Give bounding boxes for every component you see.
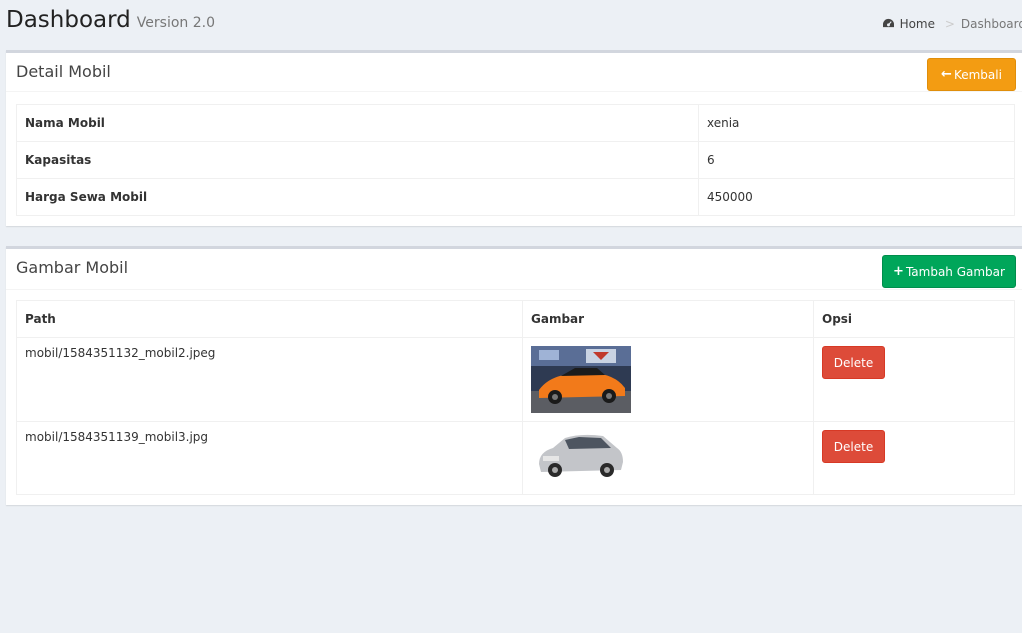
breadcrumb-current: Dashboard <box>960 17 1022 31</box>
add-image-button-label: Tambah Gambar <box>905 264 1005 279</box>
delete-button[interactable]: Delete <box>822 346 885 379</box>
car-thumbnail <box>531 346 631 413</box>
column-header-path: Path <box>16 300 523 338</box>
options-cell: Delete <box>813 421 1015 495</box>
image-box-header: Gambar Mobil + Tambah Gambar <box>6 249 1022 290</box>
image-path: mobil/1584351132_mobil2.jpeg <box>16 337 523 422</box>
page-title: Dashboard Version 2.0 <box>6 7 215 33</box>
table-row: Nama Mobil xenia <box>16 104 1015 142</box>
table-row: Harga Sewa Mobil 450000 <box>16 178 1015 216</box>
back-button[interactable]: ← Kembali <box>927 58 1016 91</box>
page-title-text: Dashboard <box>6 7 131 33</box>
image-box: Gambar Mobil + Tambah Gambar Path Gambar … <box>6 246 1022 505</box>
image-path: mobil/1584351139_mobil3.jpg <box>16 421 523 495</box>
detail-value: 450000 <box>698 178 1015 216</box>
detail-key: Kapasitas <box>16 141 699 179</box>
detail-box-title: Detail Mobil <box>16 62 111 81</box>
image-cell <box>522 337 814 422</box>
car-thumbnail <box>531 430 631 480</box>
image-cell <box>522 421 814 495</box>
detail-key: Harga Sewa Mobil <box>16 178 699 216</box>
detail-value: 6 <box>698 141 1015 179</box>
image-box-title: Gambar Mobil <box>16 258 129 277</box>
breadcrumb: Home > Dashboard <box>882 17 1022 31</box>
table-row: Kapasitas 6 <box>16 141 1015 179</box>
table-row: mobil/1584351139_mobil3.jpg Delete <box>16 421 1015 495</box>
detail-box-header: Detail Mobil ← Kembali <box>6 53 1022 92</box>
table-row: mobil/1584351132_mobil2.jpeg Delete <box>16 337 1015 422</box>
detail-key: Nama Mobil <box>16 104 699 142</box>
add-image-button[interactable]: + Tambah Gambar <box>882 255 1016 288</box>
image-table: Path Gambar Opsi mobil/1584351132_mobil2… <box>16 300 1015 495</box>
arrow-left-icon: ← <box>941 67 952 82</box>
content-header: Dashboard Version 2.0 Home > Dashboard <box>0 0 1022 48</box>
detail-value: xenia <box>698 104 1015 142</box>
page-subtitle: Version 2.0 <box>136 15 215 31</box>
column-header-image: Gambar <box>522 300 814 338</box>
detail-box: Detail Mobil ← Kembali Nama Mobil xenia K… <box>6 50 1022 226</box>
back-button-label: Kembali <box>953 67 1002 82</box>
breadcrumb-home-link[interactable]: Home <box>882 17 939 31</box>
dashboard-icon <box>882 18 894 28</box>
plus-icon: + <box>893 264 904 279</box>
breadcrumb-separator: > <box>944 17 955 31</box>
options-cell: Delete <box>813 337 1015 422</box>
breadcrumb-home-label: Home <box>899 17 935 31</box>
table-header-row: Path Gambar Opsi <box>16 300 1015 338</box>
column-header-options: Opsi <box>813 300 1015 338</box>
detail-table: Nama Mobil xenia Kapasitas 6 Harga Sewa … <box>16 104 1015 216</box>
delete-button[interactable]: Delete <box>822 430 885 463</box>
